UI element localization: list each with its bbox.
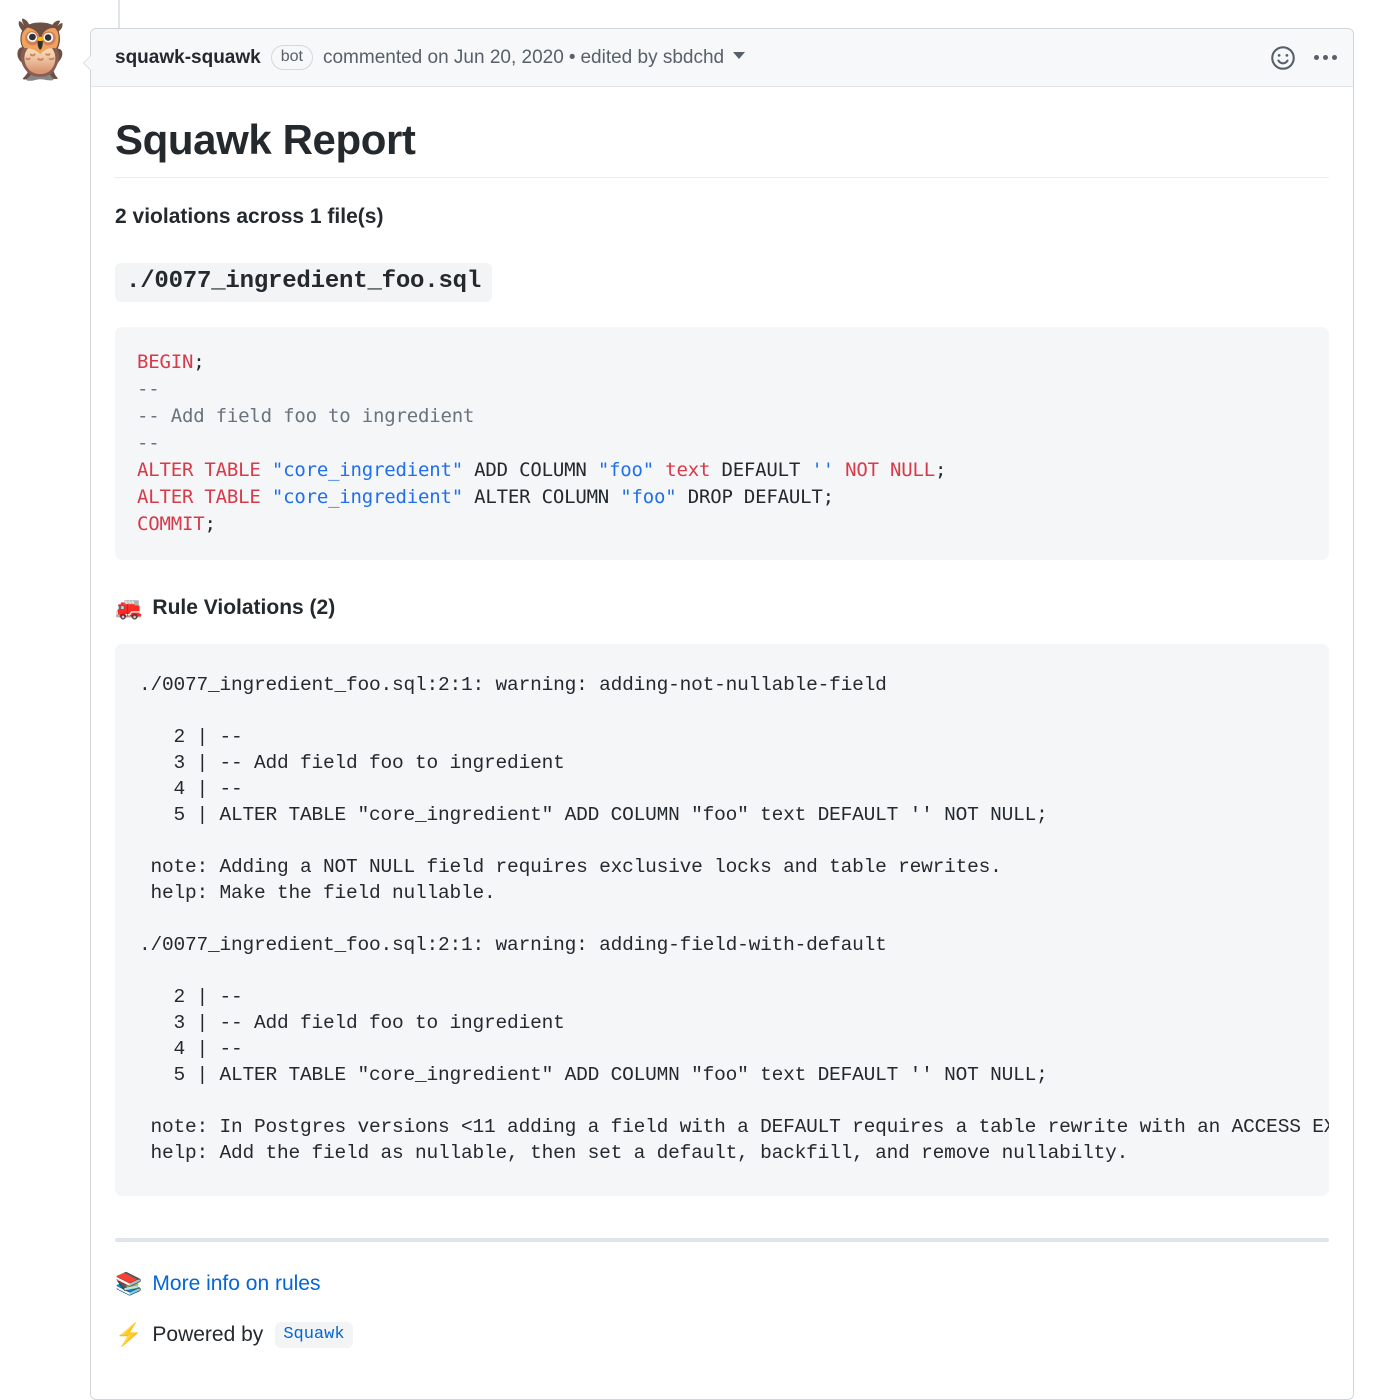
sql-token: ALTER COLUMN [463, 486, 620, 508]
file-name-badge: ./0077_ingredient_foo.sql [115, 263, 492, 302]
commented-timestamp: commented on Jun 20, 2020 [323, 47, 564, 69]
rule-violations-label: Rule Violations (2) [152, 596, 335, 620]
sql-token: "foo" [620, 486, 676, 508]
sql-token: COMMIT [137, 513, 204, 535]
comment-actions [1270, 45, 1337, 71]
more-info-on-rules-link[interactable]: More info on rules [152, 1272, 320, 1296]
violations-summary: 2 violations across 1 file(s) [115, 205, 1329, 229]
comment-box: squawk-squawk bot commented on Jun 20, 2… [90, 28, 1354, 1400]
sql-token: "foo" [598, 459, 654, 481]
sql-token: ; [204, 513, 215, 535]
sql-token: ALTER TABLE [137, 486, 272, 508]
violations-output-block: ./0077_ingredient_foo.sql:2:1: warning: … [115, 644, 1329, 1196]
sql-token: DROP DEFAULT; [677, 486, 834, 508]
fire-engine-icon: 🚒 [115, 597, 142, 619]
sql-token: DEFAULT [710, 459, 811, 481]
comment-body: Squawk Report 2 violations across 1 file… [91, 87, 1353, 1372]
books-icon: 📚 [115, 1273, 142, 1295]
sql-code: BEGIN; -- -- Add field foo to ingredient… [137, 351, 946, 535]
sql-token: ; [193, 351, 204, 373]
sql-token: ; [935, 459, 946, 481]
edited-by-label[interactable]: edited by sbdchd [580, 47, 724, 69]
sql-token: ADD COLUMN [463, 459, 598, 481]
sql-token: text [654, 459, 710, 481]
sql-token: -- [137, 432, 159, 454]
powered-by-label: Powered by [152, 1323, 263, 1347]
chevron-down-icon[interactable] [733, 52, 745, 59]
powered-by-row: ⚡ Powered by Squawk [115, 1322, 1329, 1348]
lightning-icon: ⚡ [115, 1324, 142, 1346]
sql-token: "core_ingredient" [272, 486, 463, 508]
footer-divider [115, 1238, 1329, 1242]
sql-token: -- Add field foo to ingredient [137, 405, 474, 427]
kebab-horizontal-icon[interactable] [1314, 55, 1337, 60]
file-heading: ./0077_ingredient_foo.sql [115, 263, 1329, 302]
sql-token: NOT NULL [834, 459, 935, 481]
sql-token: ALTER TABLE [137, 459, 272, 481]
bot-badge: bot [271, 45, 313, 71]
sql-token: BEGIN [137, 351, 193, 373]
header-separator: • [569, 47, 576, 69]
sql-token: '' [811, 459, 833, 481]
rule-violations-heading: 🚒 Rule Violations (2) [115, 596, 1329, 620]
sql-token: -- [137, 378, 159, 400]
sql-token: "core_ingredient" [272, 459, 463, 481]
comment-header: squawk-squawk bot commented on Jun 20, 2… [91, 29, 1353, 87]
sql-code-block: BEGIN; -- -- Add field foo to ingredient… [115, 327, 1329, 560]
squawk-product-badge[interactable]: Squawk [275, 1322, 352, 1348]
comment-arrow [83, 55, 91, 71]
page-title: Squawk Report [115, 115, 1329, 178]
github-comment-page: 🦉 squawk-squawk bot commented on Jun 20,… [0, 0, 1380, 1400]
more-info-row: 📚 More info on rules [115, 1272, 1329, 1296]
smiley-icon[interactable] [1270, 45, 1296, 71]
avatar[interactable]: 🦉 [4, 18, 68, 82]
comment-author[interactable]: squawk-squawk [115, 47, 261, 69]
